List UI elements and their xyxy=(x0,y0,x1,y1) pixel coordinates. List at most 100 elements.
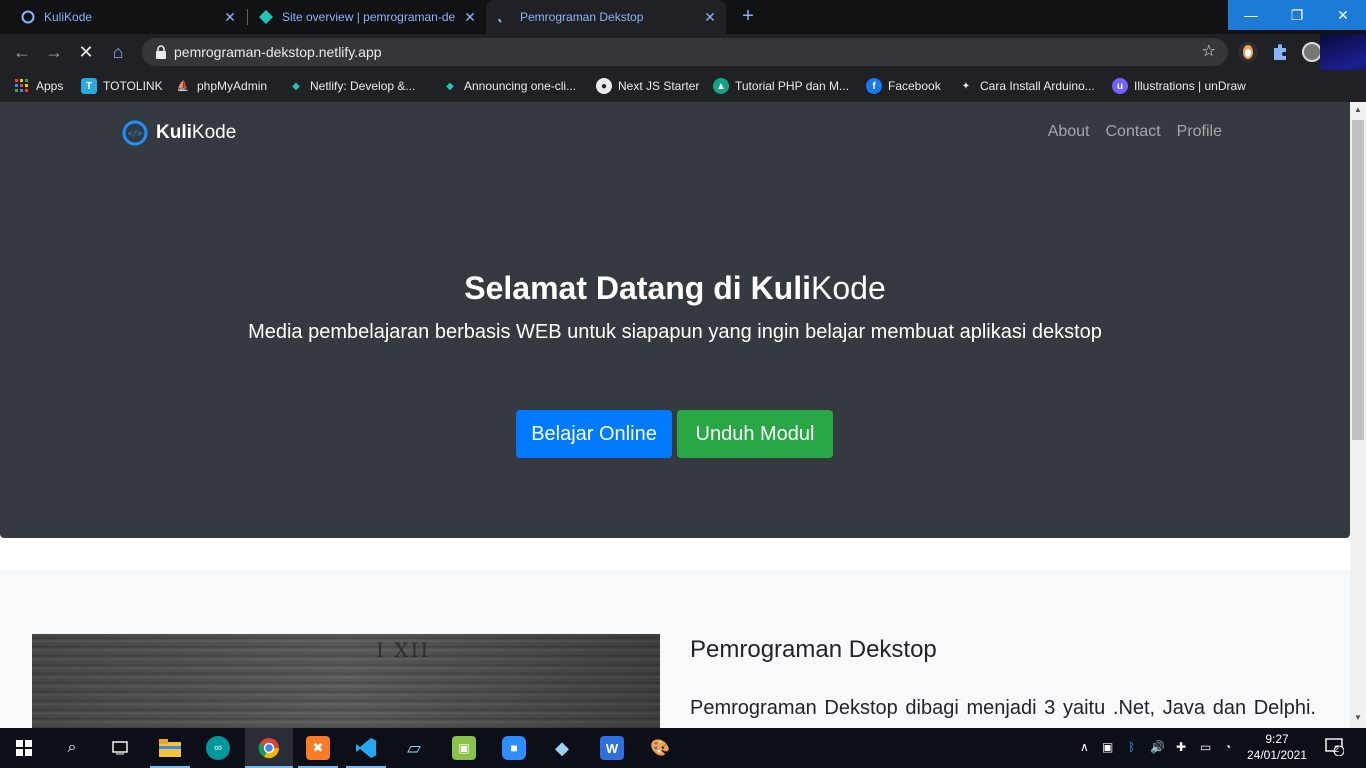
brand-rest-text: Kode xyxy=(191,122,237,143)
tab-title: KuliKode xyxy=(44,10,93,24)
extension-icon[interactable] xyxy=(1238,42,1258,62)
arduino-icon[interactable]: ∞ xyxy=(206,736,230,760)
bookmark-announcing[interactable]: ◆ Announcing one-cli... xyxy=(442,76,576,96)
hero-title-rest: Kode xyxy=(811,270,886,306)
extensions-puzzle-icon[interactable] xyxy=(1270,42,1290,62)
minimize-window-button[interactable]: — xyxy=(1228,0,1274,30)
bookmark-totolink[interactable]: T TOTOLINK xyxy=(81,76,163,96)
network-warning-icon[interactable]: ▣ xyxy=(1102,740,1113,754)
paint-icon[interactable]: 🎨 xyxy=(648,736,672,760)
scrollbar-thumb[interactable] xyxy=(1352,120,1364,440)
brand-bold-text: Kuli xyxy=(156,122,192,143)
scroll-down-arrow-icon[interactable]: ▼ xyxy=(1350,710,1366,726)
url-text: pemrograman-dekstop.netlify.app xyxy=(174,44,382,60)
bookmark-apps[interactable]: Apps xyxy=(14,76,63,96)
lock-icon xyxy=(154,44,168,60)
bookmark-undraw[interactable]: u Illustrations | unDraw xyxy=(1112,76,1246,96)
volume-icon[interactable]: 🔊 xyxy=(1150,740,1165,754)
page-viewport: </> Kuli Kode About Contact Profile Sela… xyxy=(0,102,1350,728)
virtualbox-icon[interactable]: ◆ xyxy=(550,736,574,760)
bluetooth-icon[interactable]: ᛒ xyxy=(1128,740,1135,754)
windows-taskbar: ⌕ ∞ ✖ ▱ ▣ ■ ◆ W 🎨 ∧ ▣ ᛒ 🔊 ✚ ▭ ◔ 9:27 24/… xyxy=(0,728,1366,768)
close-window-button[interactable]: ✕ xyxy=(1320,0,1366,30)
apps-grid-icon xyxy=(14,78,30,94)
home-icon[interactable]: ⌂ xyxy=(108,42,128,62)
power-plug-icon[interactable]: ✚ xyxy=(1176,740,1186,754)
notification-count: 2 xyxy=(1334,744,1340,754)
profile-avatar[interactable] xyxy=(1302,42,1322,62)
wps-office-icon[interactable]: W xyxy=(600,736,624,760)
totolink-icon: T xyxy=(81,78,97,94)
tab-title: Site overview | pemrograman-de xyxy=(282,10,456,24)
tab-site-overview[interactable]: Site overview | pemrograman-de ✕ xyxy=(248,0,486,34)
notepad-icon[interactable]: ▱ xyxy=(402,736,426,760)
bookmark-label: Apps xyxy=(36,79,64,93)
bookmark-label: Netlify: Develop &... xyxy=(310,79,416,93)
bookmark-cara-install-arduino[interactable]: ✦ Cara Install Arduino... xyxy=(958,76,1095,96)
belajar-online-button[interactable]: Belajar Online xyxy=(516,410,672,458)
kulikode-logo-icon: </> xyxy=(122,120,148,146)
site-icon: ✦ xyxy=(961,80,971,92)
bookmarks-bar: Apps T TOTOLINK ⛵ phpMyAdmin ◆ Netlify: … xyxy=(0,70,1366,102)
netlify-favicon-icon xyxy=(258,9,274,25)
hero-jumbotron: </> Kuli Kode About Contact Profile Sela… xyxy=(0,102,1350,538)
bookmark-star-icon[interactable]: ☆ xyxy=(1202,41,1216,61)
scroll-up-arrow-icon[interactable]: ▲ xyxy=(1350,102,1366,118)
unduh-modul-button[interactable]: Unduh Modul xyxy=(677,410,833,458)
browser-toolbar: ← → ✕ ⌂ pemrograman-dekstop.netlify.app … xyxy=(0,34,1366,70)
nav-link-about[interactable]: About xyxy=(1048,123,1090,141)
bookmark-netlify-develop[interactable]: ◆ Netlify: Develop &... xyxy=(288,76,415,96)
new-tab-plus-icon[interactable]: + xyxy=(738,6,758,26)
search-icon[interactable]: ⌕ xyxy=(60,736,84,760)
bookmark-label: phpMyAdmin xyxy=(197,79,268,93)
content-section: I XII Pemrograman Dekstop Pemrograman De… xyxy=(0,570,1350,728)
close-icon[interactable]: ✕ xyxy=(222,9,238,25)
tab-pemrograman-dekstop[interactable]: Pemrograman Dekstop ✕ xyxy=(486,0,726,34)
tab-title: Pemrograman Dekstop xyxy=(520,10,644,24)
battery-icon[interactable]: ▭ xyxy=(1200,740,1211,754)
bookmark-facebook[interactable]: f Facebook xyxy=(866,76,941,96)
address-bar[interactable]: pemrograman-dekstop.netlify.app ☆ xyxy=(142,38,1228,66)
chrome-icon[interactable] xyxy=(257,736,281,760)
svg-text:</>: </> xyxy=(128,129,143,138)
kulikode-favicon-icon xyxy=(20,9,36,25)
bookmark-phpmyadmin[interactable]: ⛵ phpMyAdmin xyxy=(175,76,267,96)
file-explorer-icon[interactable] xyxy=(158,736,182,760)
tab-kulikode[interactable]: KuliKode ✕ xyxy=(0,0,246,34)
restore-window-button[interactable]: ❐ xyxy=(1274,0,1320,30)
action-center-icon[interactable]: 2 xyxy=(1322,736,1346,760)
image-engraving-text: I XII xyxy=(376,638,431,662)
vscode-icon[interactable] xyxy=(354,736,378,760)
bookmark-label: Next JS Starter xyxy=(618,79,700,93)
clock-time: 9:27 xyxy=(1265,732,1289,746)
bookmark-label: Facebook xyxy=(888,79,941,93)
zoom-icon[interactable]: ■ xyxy=(502,736,526,760)
hero-subtitle: Media pembelajaran berbasis WEB untuk si… xyxy=(248,321,1102,343)
netlify-icon: ◆ xyxy=(446,80,454,92)
back-arrow-icon[interactable]: ← xyxy=(12,42,32,62)
nav-link-contact[interactable]: Contact xyxy=(1106,123,1161,141)
hero-title: Selamat Datang di KuliKode xyxy=(0,270,1350,307)
phpmyadmin-icon: ⛵ xyxy=(176,80,190,92)
system-clock[interactable]: 9:27 24/01/2021 xyxy=(1246,731,1308,763)
windows-start-icon[interactable] xyxy=(12,736,36,760)
nav-link-profile[interactable]: Profile xyxy=(1177,123,1222,141)
undraw-icon: u xyxy=(1112,78,1128,94)
close-icon[interactable]: ✕ xyxy=(702,9,718,25)
navbar-brand[interactable]: </> Kuli Kode xyxy=(122,120,236,146)
show-hidden-icons-chevron-icon[interactable]: ∧ xyxy=(1080,740,1089,754)
task-view-icon[interactable] xyxy=(108,736,132,760)
netlify-icon: ◆ xyxy=(292,80,300,92)
wifi-icon[interactable]: ◔ xyxy=(1224,740,1231,754)
stop-loading-icon[interactable]: ✕ xyxy=(76,42,96,62)
bookmark-label: Tutorial PHP dan M... xyxy=(735,79,850,93)
bookmark-label: TOTOLINK xyxy=(103,79,163,93)
stone-carving-image xyxy=(32,634,660,728)
xampp-icon[interactable]: ✖ xyxy=(306,736,330,760)
forward-arrow-icon[interactable]: → xyxy=(44,42,64,62)
android-studio-icon[interactable]: ▣ xyxy=(452,736,476,760)
bookmark-label: Announcing one-cli... xyxy=(464,79,577,93)
bookmark-tutorial-php[interactable]: ▲ Tutorial PHP dan M... xyxy=(713,76,849,96)
bookmark-nextjs-starter[interactable]: ● Next JS Starter xyxy=(596,76,699,96)
close-icon[interactable]: ✕ xyxy=(462,9,478,25)
